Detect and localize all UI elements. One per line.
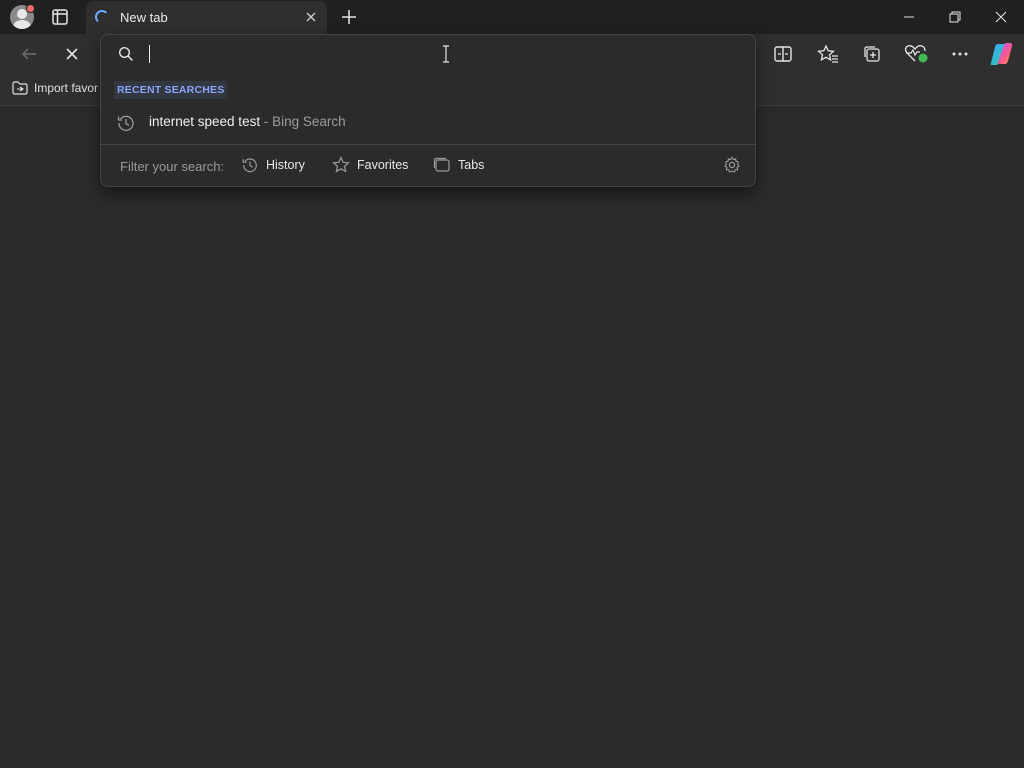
tab-actions-icon[interactable] [50, 8, 70, 26]
heartbeat-icon[interactable] [901, 40, 931, 68]
profile-notification-dot [26, 4, 35, 13]
text-caret [149, 45, 150, 63]
recent-searches-label: RECENT SEARCHES [114, 81, 228, 99]
title-bar: New tab [0, 0, 1024, 34]
ibeam-cursor-icon [441, 45, 451, 63]
split-screen-icon[interactable] [768, 40, 798, 68]
page-content [0, 107, 1024, 768]
address-bar-input[interactable] [101, 35, 757, 75]
stop-icon[interactable] [57, 40, 87, 68]
plus-icon[interactable] [338, 6, 360, 28]
import-favorites-button[interactable]: Import favor [12, 81, 100, 95]
restore-icon[interactable] [932, 0, 978, 34]
search-icon [118, 46, 134, 62]
copilot-icon[interactable] [987, 40, 1017, 68]
minimize-icon[interactable] [886, 0, 932, 34]
collections-icon[interactable] [857, 40, 887, 68]
more-icon[interactable] [945, 40, 975, 68]
tab-close-icon[interactable] [303, 9, 319, 25]
import-favorites-label: Import favor [34, 81, 99, 95]
import-folder-icon [12, 81, 28, 95]
loading-spinner-icon [95, 10, 109, 24]
back-arrow-icon[interactable] [14, 40, 44, 68]
tab-title: New tab [120, 10, 168, 25]
close-icon[interactable] [978, 0, 1024, 34]
tab-new-tab[interactable]: New tab [86, 1, 327, 34]
star-list-icon[interactable] [813, 40, 843, 68]
